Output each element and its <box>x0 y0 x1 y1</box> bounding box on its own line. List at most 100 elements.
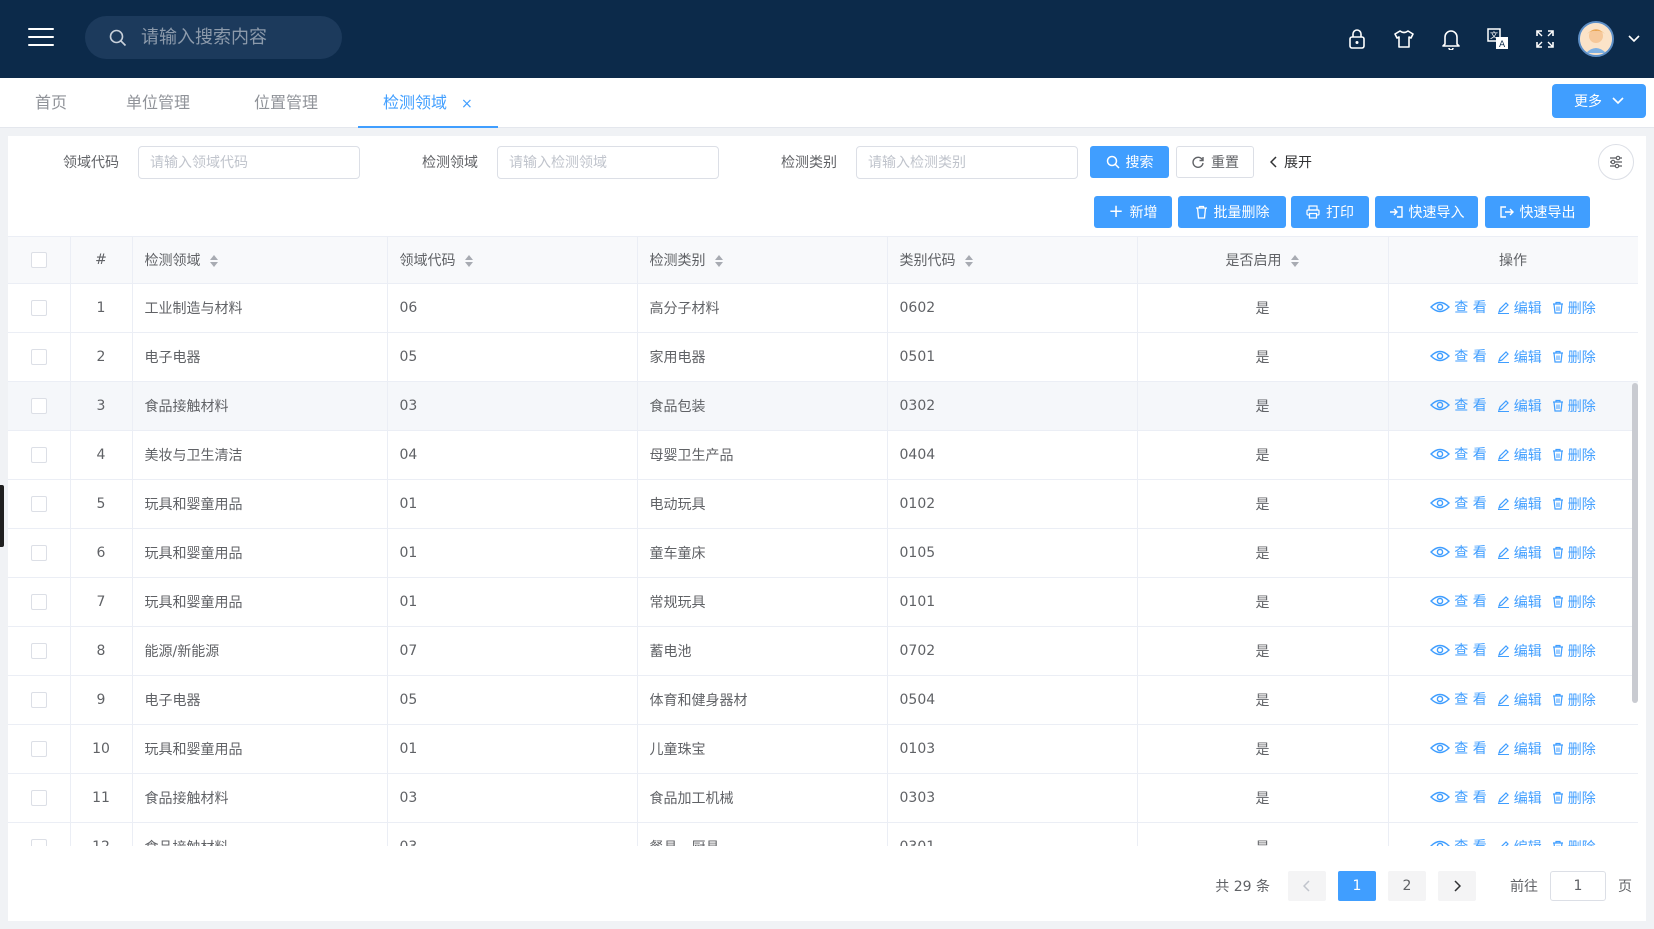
prev-page-button[interactable] <box>1288 871 1326 901</box>
row-checkbox[interactable] <box>30 544 47 561</box>
tab-detection-domain[interactable]: 检测领域 × <box>358 78 498 128</box>
quick-export-button[interactable]: 快速导出 <box>1485 196 1590 228</box>
column-header-domain-code[interactable]: 领域代码 <box>387 237 638 284</box>
row-checkbox[interactable] <box>30 495 47 512</box>
domain-code-input[interactable] <box>138 146 360 179</box>
page-button-2[interactable]: 2 <box>1388 871 1426 901</box>
sort-icon[interactable] <box>209 254 219 268</box>
row-checkbox[interactable] <box>30 838 47 846</box>
row-checkbox[interactable] <box>30 397 47 414</box>
delete-button[interactable]: 删除 <box>1552 543 1596 563</box>
sidebar-drag-handle[interactable] <box>0 485 4 547</box>
tab-home[interactable]: 首页 <box>35 78 67 128</box>
chevron-down-icon[interactable] <box>1614 34 1654 44</box>
delete-button[interactable]: 删除 <box>1552 298 1596 318</box>
row-checkbox[interactable] <box>30 789 47 806</box>
edit-button[interactable]: 编辑 <box>1497 837 1542 846</box>
view-button[interactable]: 查 看 <box>1430 542 1487 562</box>
row-checkbox[interactable] <box>30 348 47 365</box>
row-checkbox[interactable] <box>30 446 47 463</box>
edit-button[interactable]: 编辑 <box>1497 396 1542 416</box>
delete-button[interactable]: 删除 <box>1552 396 1596 416</box>
edit-button[interactable]: 编辑 <box>1497 298 1542 318</box>
table-row[interactable]: 7 玩具和婴童用品 01 常规玩具 0101 是 查 看 编辑 删除 <box>8 577 1638 627</box>
delete-button[interactable]: 删除 <box>1552 690 1596 710</box>
lock-icon[interactable] <box>1333 0 1380 78</box>
delete-button[interactable]: 删除 <box>1552 494 1596 514</box>
goto-page-input[interactable] <box>1550 871 1606 901</box>
close-icon[interactable]: × <box>461 96 473 112</box>
domain-input[interactable] <box>497 146 719 179</box>
category-input[interactable] <box>856 146 1078 179</box>
quick-import-button[interactable]: 快速导入 <box>1375 196 1478 228</box>
more-button[interactable]: 更多 <box>1552 84 1646 118</box>
column-header-category-code[interactable]: 类别代码 <box>887 237 1138 284</box>
table-row[interactable]: 8 能源/新能源 07 蓄电池 0702 是 查 看 编辑 删除 <box>8 626 1638 676</box>
table-row[interactable]: 9 电子电器 05 体育和健身器材 0504 是 查 看 编辑 删除 <box>8 675 1638 725</box>
edit-button[interactable]: 编辑 <box>1497 788 1542 808</box>
delete-button[interactable]: 删除 <box>1552 788 1596 808</box>
table-row[interactable]: 12食品接触材料03餐具、厨具0301是查 看 编辑 删除 <box>8 822 1638 846</box>
column-settings-button[interactable] <box>1598 144 1634 180</box>
bell-icon[interactable] <box>1427 0 1474 78</box>
view-button[interactable]: 查 看 <box>1430 738 1487 758</box>
view-button[interactable]: 查 看 <box>1430 640 1487 660</box>
row-checkbox[interactable] <box>30 740 47 757</box>
column-header-category[interactable]: 检测类别 <box>637 237 888 284</box>
row-checkbox[interactable] <box>30 642 47 659</box>
edit-button[interactable]: 编辑 <box>1497 543 1542 563</box>
table-row[interactable]: 5 玩具和婴童用品 01 电动玩具 0102 是 查 看 编辑 删除 <box>8 479 1638 529</box>
table-row[interactable]: 11 食品接触材料 03 食品加工机械 0303 是 查 看 编辑 删除 <box>8 773 1638 823</box>
select-all-checkbox[interactable] <box>30 251 47 268</box>
edit-button[interactable]: 编辑 <box>1497 592 1542 612</box>
view-button[interactable]: 查 看 <box>1430 346 1487 366</box>
table-row[interactable]: 6 玩具和婴童用品 01 童车童床 0105 是 查 看 编辑 删除 <box>8 528 1638 578</box>
table-row[interactable]: 1 工业制造与材料 06 高分子材料 0602 是 查 看 编辑 删除 <box>8 283 1638 333</box>
edit-button[interactable]: 编辑 <box>1497 690 1542 710</box>
expand-button[interactable]: 展开 <box>1266 146 1316 178</box>
edit-button[interactable]: 编辑 <box>1497 641 1542 661</box>
fullscreen-icon[interactable] <box>1521 0 1568 78</box>
column-header-enabled[interactable]: 是否启用 <box>1137 237 1389 284</box>
row-checkbox[interactable] <box>30 593 47 610</box>
row-checkbox[interactable] <box>30 691 47 708</box>
delete-button[interactable]: 删除 <box>1552 592 1596 612</box>
table-scrollbar[interactable] <box>1632 383 1638 703</box>
user-avatar[interactable] <box>1578 21 1614 57</box>
delete-button[interactable]: 删除 <box>1552 739 1596 759</box>
view-button[interactable]: 查 看 <box>1430 493 1487 513</box>
delete-button[interactable]: 删除 <box>1552 641 1596 661</box>
tshirt-icon[interactable] <box>1380 0 1427 78</box>
column-header-domain[interactable]: 检测领域 <box>132 237 388 284</box>
edit-button[interactable]: 编辑 <box>1497 494 1542 514</box>
page-button-1[interactable]: 1 <box>1338 871 1376 901</box>
global-search-input[interactable] <box>141 27 331 48</box>
edit-button[interactable]: 编辑 <box>1497 347 1542 367</box>
tab-unit-management[interactable]: 单位管理 <box>126 78 190 128</box>
batch-delete-button[interactable]: 批量删除 <box>1178 196 1286 228</box>
view-button[interactable]: 查 看 <box>1430 689 1487 709</box>
sort-icon[interactable] <box>714 254 724 268</box>
row-checkbox[interactable] <box>30 299 47 316</box>
table-row[interactable]: 4 美妆与卫生清洁 04 母婴卫生产品 0404 是 查 看 编辑 删除 <box>8 430 1638 480</box>
search-button[interactable]: 搜索 <box>1090 146 1169 178</box>
sort-icon[interactable] <box>1290 254 1300 268</box>
table-row[interactable]: 10 玩具和婴童用品 01 儿童珠宝 0103 是 查 看 编辑 删除 <box>8 724 1638 774</box>
menu-toggle-icon[interactable] <box>28 28 54 48</box>
table-row[interactable]: 3 食品接触材料 03 食品包装 0302 是 查 看 编辑 删除 <box>8 381 1638 431</box>
print-button[interactable]: 打印 <box>1291 196 1369 228</box>
view-button[interactable]: 查 看 <box>1430 395 1487 415</box>
add-button[interactable]: + 新增 <box>1094 196 1172 228</box>
sort-icon[interactable] <box>464 254 474 268</box>
view-button[interactable]: 查 看 <box>1430 444 1487 464</box>
table-row[interactable]: 2 电子电器 05 家用电器 0501 是 查 看 编辑 删除 <box>8 332 1638 382</box>
edit-button[interactable]: 编辑 <box>1497 739 1542 759</box>
view-button[interactable]: 查 看 <box>1430 591 1487 611</box>
view-button[interactable]: 查 看 <box>1430 297 1487 317</box>
delete-button[interactable]: 删除 <box>1552 445 1596 465</box>
reset-button[interactable]: 重置 <box>1176 146 1254 178</box>
view-button[interactable]: 查 看 <box>1430 836 1487 846</box>
next-page-button[interactable] <box>1438 871 1476 901</box>
edit-button[interactable]: 编辑 <box>1497 445 1542 465</box>
view-button[interactable]: 查 看 <box>1430 787 1487 807</box>
